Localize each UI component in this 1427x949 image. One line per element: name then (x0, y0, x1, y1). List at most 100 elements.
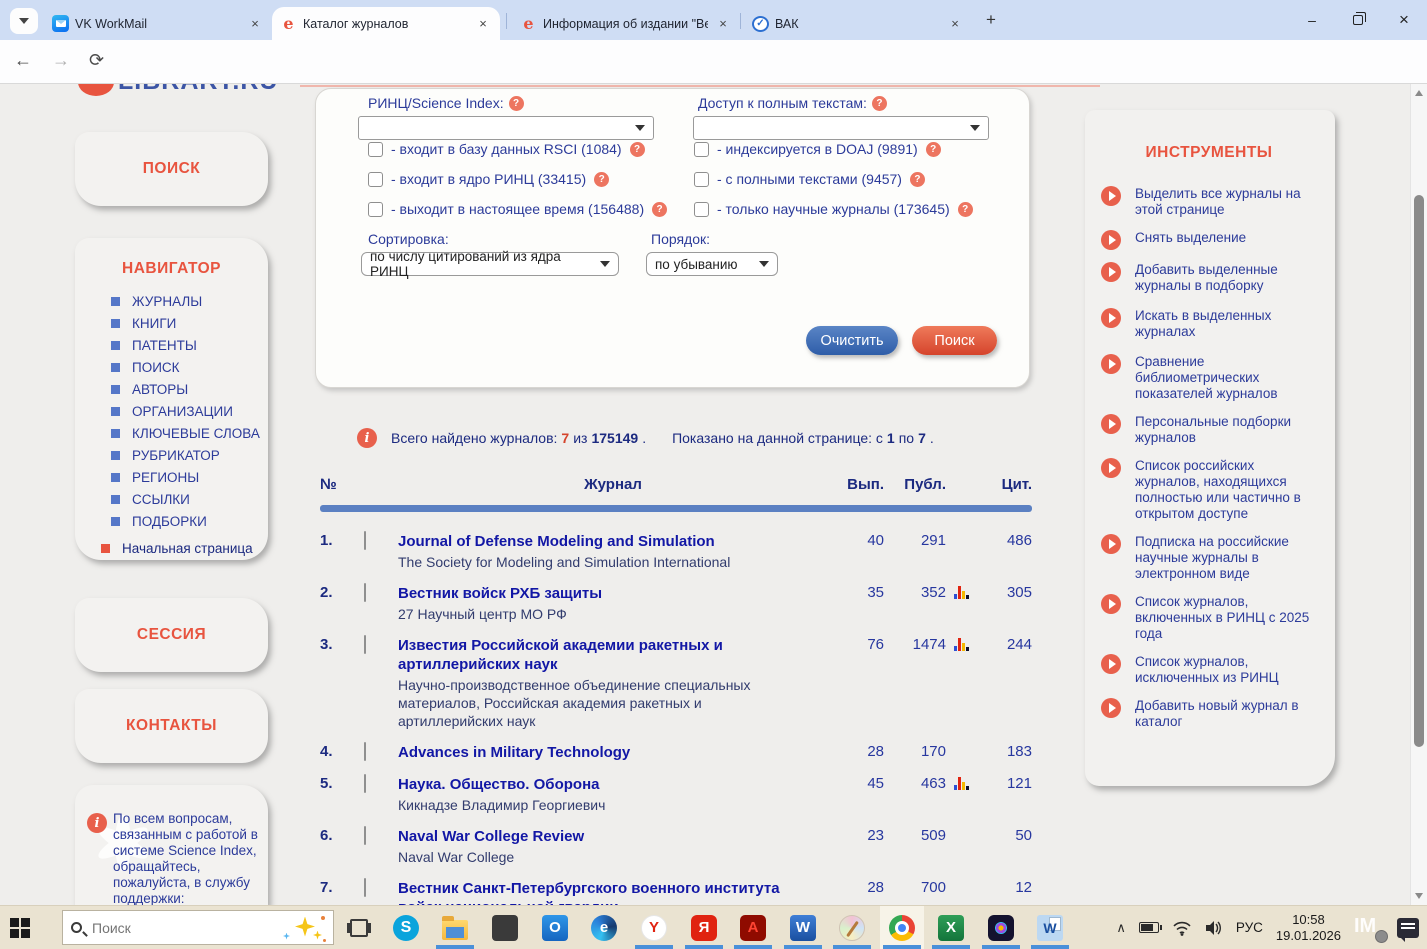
tab-journal-catalog[interactable]: e Каталог журналов × (272, 7, 500, 40)
scrollbar-thumb[interactable] (1414, 195, 1424, 747)
sidebar-item-rubricator[interactable]: РУБРИКАТОР (111, 448, 268, 463)
sidebar-item-links[interactable]: ССЫЛКИ (111, 492, 268, 507)
stats-chart-icon[interactable] (954, 777, 969, 790)
taskbar-app-chrome[interactable] (880, 906, 924, 949)
taskbar-app-yandex-browser[interactable]: Y (632, 906, 676, 949)
sidebar-panel-search[interactable]: ПОИСК (75, 132, 268, 206)
help-icon[interactable]: ? (926, 142, 941, 157)
journal-link[interactable]: Известия Российской академии ракетных и … (398, 636, 788, 674)
stats-chart-icon[interactable] (954, 638, 969, 651)
taskbar-app-excel[interactable]: X (929, 906, 973, 949)
tool-open-access-list[interactable]: Список российских журналов, находящихся … (1101, 458, 1317, 522)
tool-link-label[interactable]: Снять выделение (1135, 230, 1246, 250)
tab-close-icon[interactable]: × (714, 15, 732, 33)
sidebar-item-label[interactable]: ЖУРНАЛЫ (132, 294, 202, 309)
new-tab-button[interactable]: + (986, 10, 996, 30)
tool-excluded-rinc[interactable]: Список журналов, исключенных из РИНЦ (1101, 654, 1317, 686)
close-button[interactable]: × (1381, 0, 1427, 40)
scroll-down-icon[interactable] (1415, 893, 1423, 899)
sidebar-panel-session[interactable]: СЕССИЯ (75, 598, 268, 672)
taskbar-app-paint[interactable] (830, 906, 874, 949)
search-button[interactable]: Поиск (912, 326, 997, 355)
sort-select[interactable]: по числу цитирований из ядра РИНЦ (361, 252, 619, 276)
sidebar-item-collections[interactable]: ПОДБОРКИ (111, 514, 268, 529)
taskbar-app-skype[interactable]: S (384, 906, 428, 949)
taskbar-app-file-explorer[interactable] (433, 906, 477, 949)
sidebar-item-patents[interactable]: ПАТЕНТЫ (111, 338, 268, 353)
taskbar-app-word-viewer[interactable]: W (1028, 906, 1072, 949)
taskbar-app-yandex[interactable]: Я (682, 906, 726, 949)
elibrary-logo[interactable]: LIBRARY.RU (78, 84, 288, 99)
start-button[interactable] (10, 918, 30, 938)
tool-link-label[interactable]: Список журналов, включенных в РИНЦ с 202… (1135, 594, 1317, 642)
tool-included-rinc[interactable]: Список журналов, включенных в РИНЦ с 202… (1101, 594, 1317, 642)
help-icon[interactable]: ? (509, 96, 524, 111)
volume-icon[interactable] (1205, 920, 1223, 936)
taskbar-app-photos[interactable] (979, 906, 1023, 949)
tool-link-label[interactable]: Сравнение библиометрических показателей … (1135, 354, 1317, 402)
tool-link-label[interactable]: Список журналов, исключенных из РИНЦ (1135, 654, 1317, 686)
tool-compare-metrics[interactable]: Сравнение библиометрических показателей … (1101, 354, 1317, 402)
reload-icon[interactable]: ⟳ (89, 50, 104, 71)
rinc-index-select[interactable] (358, 116, 654, 140)
row-checkbox[interactable] (364, 742, 366, 761)
rinc-core-checkbox[interactable] (368, 172, 383, 187)
taskbar-app-edge[interactable]: e (582, 906, 626, 949)
tool-personal-collections[interactable]: Персональные подборки журналов (1101, 414, 1317, 446)
help-icon[interactable]: ? (910, 172, 925, 187)
stats-chart-icon[interactable] (954, 586, 969, 599)
currently-published-checkbox[interactable] (368, 202, 383, 217)
tool-select-all[interactable]: Выделить все журналы на этой странице (1101, 186, 1317, 218)
row-checkbox[interactable] (364, 878, 366, 897)
clear-button[interactable]: Очистить (806, 326, 898, 355)
sidebar-item-books[interactable]: КНИГИ (111, 316, 268, 331)
sidebar-item-organizations[interactable]: ОРГАНИЗАЦИИ (111, 404, 268, 419)
forward-icon[interactable]: → (52, 50, 70, 71)
help-icon[interactable]: ? (594, 172, 609, 187)
fulltext-checkbox[interactable] (694, 172, 709, 187)
tool-deselect[interactable]: Снять выделение (1101, 230, 1317, 250)
help-icon[interactable]: ? (652, 202, 667, 217)
doaj-checkbox[interactable] (694, 142, 709, 157)
sidebar-item-home[interactable]: Начальная страница (75, 541, 268, 556)
row-checkbox[interactable] (364, 826, 366, 845)
help-icon[interactable]: ? (958, 202, 973, 217)
journal-link[interactable]: Journal of Defense Modeling and Simulati… (398, 532, 788, 551)
tool-link-label[interactable]: Подписка на российские научные журналы в… (1135, 534, 1317, 582)
tab-close-icon[interactable]: × (946, 15, 964, 33)
page-scrollbar[interactable] (1410, 84, 1427, 905)
tool-link-label[interactable]: Выделить все журналы на этой странице (1135, 186, 1317, 218)
wifi-icon[interactable] (1172, 920, 1192, 936)
fulltext-access-select[interactable] (693, 116, 989, 140)
sidebar-item-label[interactable]: КНИГИ (132, 316, 176, 331)
taskbar-app-store[interactable] (483, 906, 527, 949)
sidebar-item-search[interactable]: ПОИСК (111, 360, 268, 375)
sidebar-item-label[interactable]: КЛЮЧЕВЫЕ СЛОВА (132, 426, 260, 441)
journal-link[interactable]: Вестник Санкт-Петербургского военного ин… (398, 879, 788, 905)
tab-vak[interactable]: ✓ ВАК × (744, 7, 972, 40)
help-icon[interactable]: ? (872, 96, 887, 111)
sidebar-item-label[interactable]: РЕГИОНЫ (132, 470, 199, 485)
action-center-icon[interactable] (1397, 918, 1419, 938)
row-checkbox[interactable] (364, 774, 366, 793)
tab-edition-info[interactable]: e Информация об издании "Вес × (512, 7, 740, 40)
sidebar-item-label[interactable]: ССЫЛКИ (132, 492, 190, 507)
scroll-up-icon[interactable] (1415, 90, 1423, 96)
sidebar-item-label[interactable]: РУБРИКАТОР (132, 448, 220, 463)
taskbar-app-acrobat[interactable]: A (731, 906, 775, 949)
journal-link[interactable]: Advances in Military Technology (398, 743, 788, 762)
sidebar-item-label[interactable]: ПОДБОРКИ (132, 514, 207, 529)
tool-add-to-collection[interactable]: Добавить выделенные журналы в подборку (1101, 262, 1317, 294)
tool-link-label[interactable]: Добавить выделенные журналы в подборку (1135, 262, 1317, 294)
search-input[interactable] (92, 920, 242, 936)
clock[interactable]: 10:58 19.01.2026 (1276, 912, 1341, 944)
tab-close-icon[interactable]: × (474, 15, 492, 33)
restore-button[interactable] (1335, 0, 1381, 40)
sidebar-item-label[interactable]: ОРГАНИЗАЦИИ (132, 404, 233, 419)
task-view-button[interactable] (350, 919, 368, 937)
sidebar-item-label[interactable]: ПАТЕНТЫ (132, 338, 197, 353)
sidebar-item-regions[interactable]: РЕГИОНЫ (111, 470, 268, 485)
row-checkbox[interactable] (364, 531, 366, 550)
back-icon[interactable]: ← (14, 50, 32, 71)
tool-add-journal[interactable]: Добавить новый журнал в каталог (1101, 698, 1317, 730)
